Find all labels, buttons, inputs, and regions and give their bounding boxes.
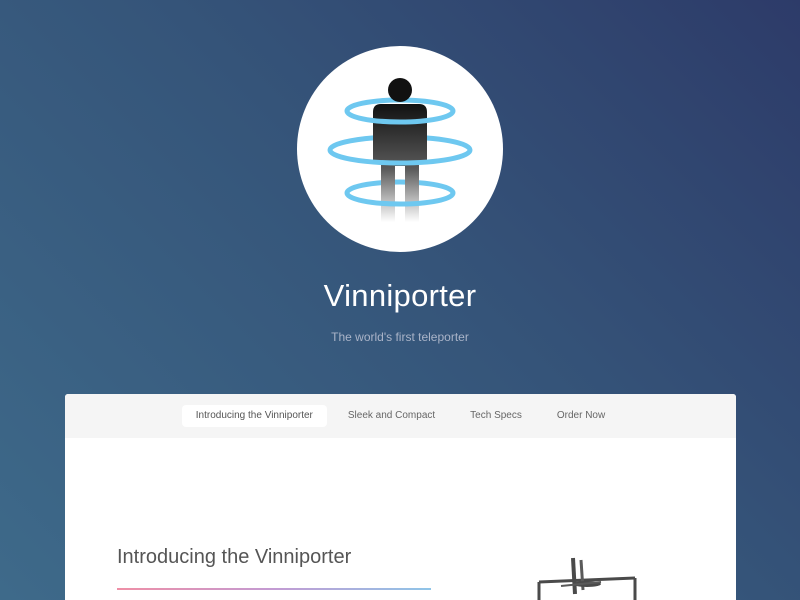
content-panel: Introducing the Vinniporter Sleek and Co… (65, 394, 736, 600)
nav-item-sleek-and-compact[interactable]: Sleek and Compact (334, 405, 449, 427)
nav-item-introducing[interactable]: Introducing the Vinniporter (181, 405, 327, 427)
site-tagline: The world's first teleporter (331, 330, 469, 344)
logo (297, 46, 503, 252)
nav-list: Introducing the Vinniporter Sleek and Co… (65, 405, 736, 427)
nav-bar: Introducing the Vinniporter Sleek and Co… (65, 394, 736, 438)
nav-item-order-now[interactable]: Order Now (543, 405, 619, 427)
heading-underline (117, 588, 431, 590)
site-title: Vinniporter (323, 278, 477, 313)
section-heading: Introducing the Vinniporter (117, 546, 352, 568)
teleporter-person-icon (327, 78, 473, 222)
teleporter-device-icon (537, 557, 637, 600)
nav-item-tech-specs[interactable]: Tech Specs (456, 405, 536, 427)
